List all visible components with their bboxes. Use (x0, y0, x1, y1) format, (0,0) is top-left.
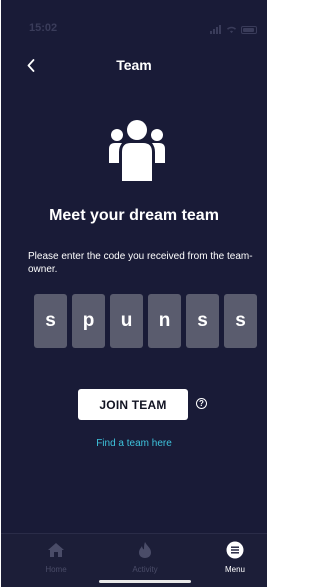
tab-menu[interactable]: Menu (205, 540, 265, 574)
code-digit-1[interactable]: s (34, 294, 67, 348)
tab-menu-label: Menu (224, 565, 245, 574)
battery-icon (241, 25, 257, 34)
tab-activity-label: Activity (132, 565, 158, 574)
page-title: Team (116, 57, 152, 73)
home-icon (48, 543, 64, 557)
home-indicator (99, 580, 191, 583)
status-bar: 15:02 (1, 22, 267, 40)
code-digit-4[interactable]: n (148, 294, 181, 348)
code-digit-2[interactable]: p (72, 294, 105, 348)
flame-icon (139, 542, 151, 558)
code-digit-6[interactable]: s (224, 294, 257, 348)
tab-home[interactable]: Home (26, 540, 86, 574)
nav-bar: Team (1, 56, 267, 76)
team-heading: Meet your dream team (49, 207, 219, 224)
status-icons (210, 25, 257, 34)
team-icon (109, 120, 165, 181)
join-team-button[interactable]: JOIN TEAM (78, 389, 188, 420)
code-digit-3[interactable]: u (110, 294, 143, 348)
status-time: 15:02 (29, 22, 58, 34)
signal-icon (210, 25, 222, 34)
tab-home-label: Home (45, 565, 67, 574)
wifi-icon (226, 26, 237, 34)
find-team-link[interactable]: Find a team here (1, 438, 267, 449)
tab-activity[interactable]: Activity (115, 540, 175, 574)
tab-bar: Home Activity Menu (1, 533, 267, 587)
help-icon[interactable]: ? (196, 398, 207, 409)
instructions-text: Please enter the code you received from … (28, 251, 253, 275)
team-code-input[interactable]: s p u n s s (34, 294, 257, 348)
code-digit-5[interactable]: s (186, 294, 219, 348)
menu-icon (226, 541, 244, 559)
team-screen: 15:02 Team Meet your dream team Please e… (1, 0, 267, 587)
